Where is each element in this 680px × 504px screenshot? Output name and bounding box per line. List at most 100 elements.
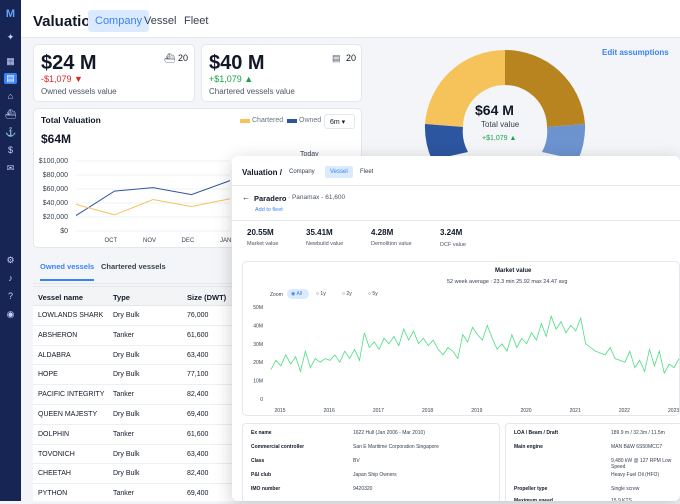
y-tick-label: 20M bbox=[253, 360, 263, 366]
table-row[interactable]: TOVONICH Dry Bulk 63,400 bbox=[33, 445, 241, 465]
table-row[interactable]: ALDABRA Dry Bulk 63,400 bbox=[33, 346, 241, 366]
detail-label: P&I club bbox=[251, 472, 272, 478]
kpi-newbuild-label: Newbuild value bbox=[306, 241, 344, 247]
col-vessel-name[interactable]: Vessel name bbox=[38, 293, 83, 302]
donut-value: $64 M bbox=[475, 102, 514, 118]
table-row[interactable]: LOWLANDS SHARK Dry Bulk 76,000 bbox=[33, 306, 241, 326]
user-icon[interactable]: ◉ bbox=[5, 309, 16, 320]
cell-size: 61,600 bbox=[187, 331, 209, 339]
zoom-2y[interactable]: ○ 2y bbox=[342, 291, 352, 297]
chartered-value: $40 M bbox=[209, 52, 265, 74]
kpi-dcf-value: 3.24M bbox=[440, 228, 463, 237]
cell-size: 82,400 bbox=[187, 470, 209, 478]
x-tick-label: 2022 bbox=[619, 408, 630, 414]
tab-vessel[interactable]: Vessel bbox=[144, 15, 176, 27]
edit-assumptions-link[interactable]: Edit assumptions bbox=[602, 48, 669, 57]
dollar-icon[interactable]: $ bbox=[5, 145, 16, 156]
tab-owned-vessels[interactable]: Owned vessels bbox=[40, 262, 95, 281]
cell-name: LOWLANDS SHARK bbox=[38, 312, 104, 319]
back-arrow-icon[interactable]: ← bbox=[242, 193, 250, 202]
popup-title: Valuation / bbox=[242, 168, 283, 177]
detail-label: Commercial controller bbox=[251, 444, 305, 450]
bank-icon[interactable]: ⌂ bbox=[5, 91, 16, 102]
owned-value: $24 M bbox=[41, 52, 97, 74]
detail-label: Main engine bbox=[514, 444, 543, 450]
settings-icon[interactable]: ⚙ bbox=[5, 255, 16, 266]
detail-value: 9,480 kW @ 127 RPM Low Speed bbox=[611, 458, 672, 470]
bell-icon[interactable]: ♪ bbox=[5, 273, 16, 284]
total-title: Total Valuation bbox=[41, 115, 101, 125]
details-right: LOA / Beam / Draft 189.9 m / 32.3m / 11.5… bbox=[505, 423, 680, 501]
popup-tab-fleet[interactable]: Fleet bbox=[360, 169, 373, 175]
mail-icon[interactable]: ✉ bbox=[5, 163, 16, 174]
chartered-caption: Chartered vessels value bbox=[209, 87, 295, 96]
table-row[interactable]: CHEETAH Dry Bulk 82,400 bbox=[33, 464, 241, 485]
y-tick-label: $60,000 bbox=[43, 186, 68, 193]
x-tick-label: 2021 bbox=[570, 408, 581, 414]
y-tick-label: $20,000 bbox=[43, 214, 68, 221]
y-tick-label: $100,000 bbox=[39, 158, 68, 165]
add-to-fleet-link[interactable]: Add to fleet bbox=[255, 207, 283, 213]
y-tick-label: 30M bbox=[253, 342, 263, 348]
legend-owned-swatch bbox=[287, 119, 297, 123]
cell-type: Dry Bulk bbox=[113, 371, 140, 379]
cell-name: HOPE bbox=[38, 371, 58, 379]
x-tick-label: 2020 bbox=[520, 408, 531, 414]
table-row[interactable]: PACIFIC INTEGRITY Tanker 82,400 bbox=[33, 385, 241, 405]
x-tick-label: 2023 bbox=[668, 408, 679, 414]
table-row[interactable]: DOLPHIN Tanker 61,600 bbox=[33, 425, 241, 445]
tab-chartered-vessels[interactable]: Chartered vessels bbox=[101, 262, 166, 271]
legend-chartered-swatch bbox=[240, 119, 250, 123]
range-text: 52 week average : 23.3 min 25.92 max 24.… bbox=[447, 279, 568, 285]
y-tick-label: $0 bbox=[60, 228, 68, 235]
detail-label: Ex name bbox=[251, 430, 272, 436]
grid-icon[interactable]: ▦ bbox=[5, 56, 16, 67]
help-icon[interactable]: ? bbox=[5, 291, 16, 302]
period-select[interactable]: 6m ▾ bbox=[324, 114, 355, 129]
details-left: Ex name 1622 Hull (Jan 2006 - Mar 2010) Co… bbox=[242, 423, 500, 501]
cell-type: Dry Bulk bbox=[113, 410, 140, 418]
detail-value: Heavy Fuel Oil (HFO) bbox=[611, 472, 660, 478]
anchor-icon[interactable]: ⚓ bbox=[5, 127, 16, 138]
chart-title: Market value bbox=[495, 268, 532, 274]
donut-delta: +$1,079 ▲ bbox=[482, 135, 517, 142]
tab-company[interactable]: Company bbox=[88, 10, 150, 32]
kpi-demolition-value: 4.28M bbox=[371, 228, 394, 237]
detail-value: 9420320 bbox=[353, 486, 373, 492]
cell-name: PYTHON bbox=[38, 490, 68, 498]
cell-type: Dry Bulk bbox=[113, 450, 140, 458]
total-value: $64M bbox=[41, 132, 72, 146]
tab-fleet[interactable]: Fleet bbox=[184, 15, 208, 27]
zoom-5y[interactable]: ○ 5y bbox=[368, 291, 378, 297]
y-tick-label: $80,000 bbox=[43, 172, 68, 179]
zoom-1y[interactable]: ○ 1y bbox=[316, 291, 326, 297]
cell-size: 61,600 bbox=[187, 430, 209, 438]
y-tick-label: 40M bbox=[253, 323, 263, 329]
x-tick-label: 2018 bbox=[422, 408, 433, 414]
cell-name: CHEETAH bbox=[38, 470, 71, 478]
donut-slice-1 bbox=[505, 49, 585, 128]
table-row[interactable]: HOPE Dry Bulk 77,100 bbox=[33, 365, 241, 386]
logo-icon: M bbox=[5, 8, 16, 20]
x-tick-label: JAN bbox=[220, 238, 231, 243]
valuation-icon[interactable]: ▤ bbox=[4, 73, 17, 84]
divider bbox=[232, 185, 680, 186]
popup-tab-company[interactable]: Company bbox=[289, 169, 315, 175]
table-row[interactable]: ABSHERON Tanker 61,600 bbox=[33, 326, 241, 346]
detail-label: Propeller type bbox=[514, 486, 548, 492]
x-tick-label: OCT bbox=[105, 238, 118, 243]
col-type[interactable]: Type bbox=[113, 293, 130, 302]
popup-tab-vessel[interactable]: Vessel bbox=[325, 166, 353, 178]
ship-icon[interactable]: ⛴ bbox=[5, 109, 16, 120]
table-row[interactable]: QUEEN MAJESTY Dry Bulk 69,400 bbox=[33, 405, 241, 425]
total-line-chart: $100,000 $80,000 $60,000 $40,000 $20,000 $0 OC… bbox=[39, 158, 232, 243]
detail-label: Class bbox=[251, 458, 265, 464]
cell-type: Dry Bulk bbox=[113, 351, 140, 359]
col-size[interactable]: Size (DWT) bbox=[187, 293, 226, 302]
y-tick-label: $40,000 bbox=[43, 200, 68, 207]
vessel-name: Paradero bbox=[254, 194, 287, 203]
owned-delta: -$1,079 ▼ bbox=[41, 74, 83, 84]
sparkle-icon[interactable]: ✦ bbox=[5, 32, 16, 43]
detail-label: IMO number bbox=[251, 486, 281, 492]
zoom-all[interactable]: ◉ All bbox=[287, 289, 309, 299]
